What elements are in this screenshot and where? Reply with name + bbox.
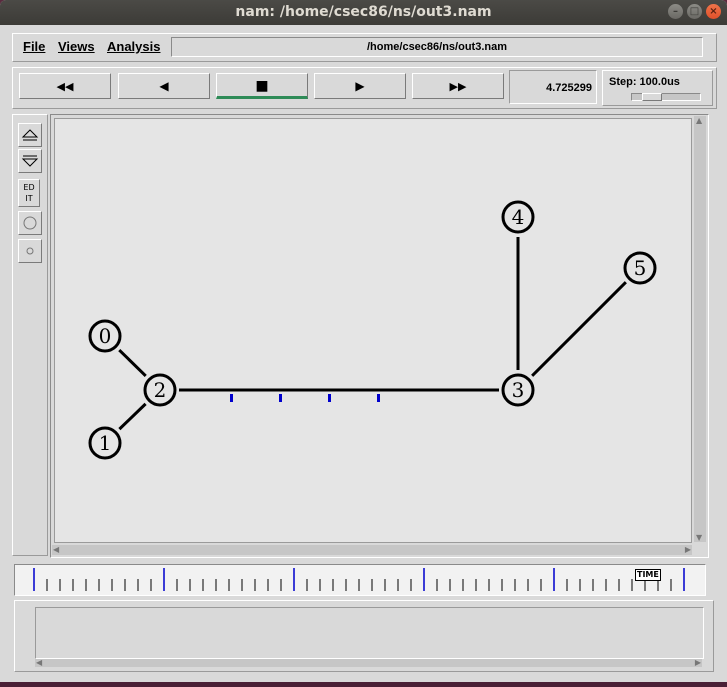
scroll-right-icon[interactable]: ▶ bbox=[685, 545, 691, 554]
nam-window: nam: /home/csec86/ns/out3.nam – □ × File… bbox=[0, 0, 727, 682]
maximize-button[interactable]: □ bbox=[687, 4, 702, 19]
zoom-in-icon bbox=[21, 129, 39, 141]
node-tool-button[interactable] bbox=[18, 211, 42, 235]
edit-label: ED IT bbox=[23, 183, 35, 203]
current-time-display: 4.725299 bbox=[509, 70, 597, 104]
stop-button[interactable]: ■ bbox=[216, 73, 308, 99]
time-marker[interactable]: TIME bbox=[635, 569, 661, 581]
packet[interactable] bbox=[279, 394, 282, 402]
time-ruler bbox=[33, 568, 685, 591]
fast-forward-icon: ▶▶ bbox=[449, 80, 467, 93]
play-backward-icon: ◀ bbox=[159, 79, 169, 93]
annotation-list[interactable] bbox=[35, 607, 704, 659]
small-node-tool-button[interactable] bbox=[18, 239, 42, 263]
tool-sidebar: ED IT bbox=[12, 114, 48, 556]
zoom-in-button[interactable] bbox=[18, 123, 42, 147]
step-back-button[interactable]: ◀ bbox=[118, 73, 210, 99]
play-icon: ▶ bbox=[355, 79, 365, 93]
step-slider-thumb[interactable] bbox=[642, 93, 662, 101]
horizontal-scrollbar[interactable]: ◀ ▶ bbox=[52, 545, 692, 555]
scroll-down-icon[interactable]: ▼ bbox=[696, 533, 702, 542]
node-label-4: 4 bbox=[512, 205, 525, 229]
stop-icon: ■ bbox=[255, 78, 269, 94]
scroll-right-icon[interactable]: ▶ bbox=[695, 658, 701, 667]
file-path-display: /home/csec86/ns/out3.nam bbox=[171, 37, 703, 57]
window-controls: – □ × bbox=[668, 4, 721, 19]
node-label-2: 2 bbox=[154, 378, 167, 402]
annotation-pane: ◀ ▶ bbox=[14, 600, 714, 672]
step-label: Step: 100.0us bbox=[609, 76, 680, 88]
topology-graph: 0 1 2 3 4 5 bbox=[88, 200, 657, 460]
fast-forward-button[interactable]: ▶▶ bbox=[412, 73, 504, 99]
time-slider[interactable]: TIME bbox=[14, 564, 706, 596]
scroll-left-icon[interactable]: ◀ bbox=[36, 658, 42, 667]
node-label-0: 0 bbox=[99, 324, 112, 348]
scroll-up-icon[interactable]: ▲ bbox=[696, 116, 702, 125]
playback-toolbar: ◀◀ ◀ ■ ▶ ▶▶ 4.725299 Step: 100.0us bbox=[12, 67, 717, 109]
link-0-2[interactable] bbox=[118, 348, 147, 378]
menu-bar: File Views Analysis /home/csec86/ns/out3… bbox=[12, 33, 717, 62]
small-circle-icon bbox=[26, 247, 34, 255]
close-button[interactable]: × bbox=[706, 4, 721, 19]
window-title: nam: /home/csec86/ns/out3.nam bbox=[235, 4, 492, 20]
menu-analysis[interactable]: Analysis bbox=[107, 39, 160, 54]
rewind-icon: ◀◀ bbox=[56, 80, 74, 93]
step-slider[interactable] bbox=[631, 93, 701, 101]
node-label-5: 5 bbox=[634, 256, 647, 280]
zoom-out-icon bbox=[21, 155, 39, 167]
rewind-button[interactable]: ◀◀ bbox=[19, 73, 111, 99]
minimize-button[interactable]: – bbox=[668, 4, 683, 19]
node-label-1: 1 bbox=[99, 431, 112, 455]
packet[interactable] bbox=[230, 394, 233, 402]
play-button[interactable]: ▶ bbox=[314, 73, 406, 99]
vertical-scrollbar[interactable]: ▲ ▼ bbox=[694, 116, 706, 542]
menu-views[interactable]: Views bbox=[58, 39, 95, 54]
network-view-frame: 0 1 2 3 4 5 ▲ ▼ ◀ ▶ bbox=[50, 114, 709, 558]
packet[interactable] bbox=[377, 394, 380, 402]
annotation-scrollbar[interactable]: ◀ ▶ bbox=[35, 658, 702, 667]
network-canvas[interactable]: 0 1 2 3 4 5 bbox=[54, 118, 692, 543]
scroll-left-icon[interactable]: ◀ bbox=[53, 545, 59, 554]
node-label-3: 3 bbox=[512, 378, 525, 402]
link-3-5[interactable] bbox=[531, 281, 627, 377]
menu-file[interactable]: File bbox=[23, 39, 45, 54]
packet[interactable] bbox=[328, 394, 331, 402]
step-control: Step: 100.0us bbox=[602, 70, 713, 106]
title-bar: nam: /home/csec86/ns/out3.nam – □ × bbox=[0, 0, 727, 25]
link-1-2[interactable] bbox=[118, 402, 147, 431]
edit-button[interactable]: ED IT bbox=[18, 179, 40, 207]
circle-icon bbox=[23, 216, 37, 230]
zoom-out-button[interactable] bbox=[18, 149, 42, 173]
